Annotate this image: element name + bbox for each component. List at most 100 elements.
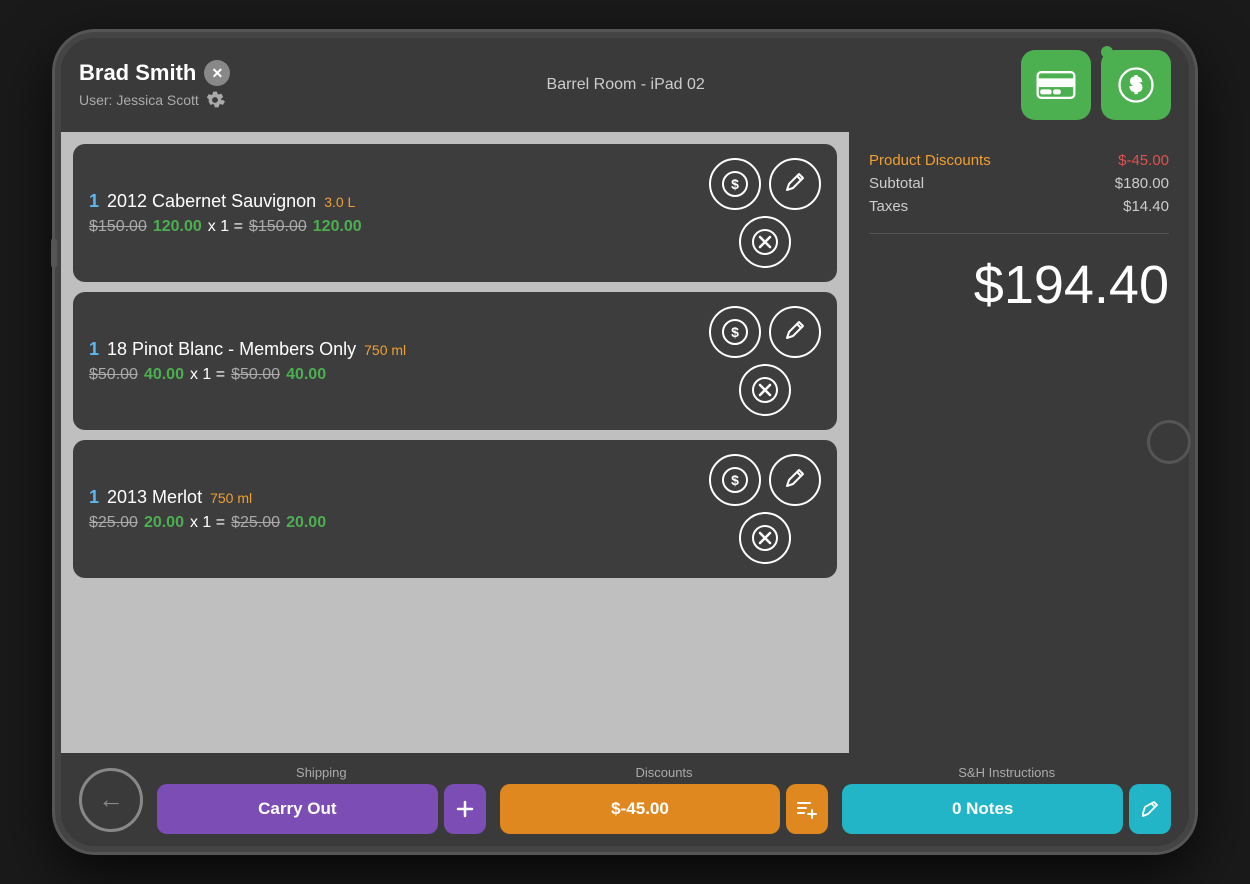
item-2-line-orig: $50.00 bbox=[231, 366, 280, 384]
item-3-top-actions: $ bbox=[709, 454, 821, 506]
item-2-delete-button[interactable] bbox=[739, 364, 791, 416]
side-button bbox=[51, 238, 57, 268]
item-3-line-orig: $25.00 bbox=[231, 514, 280, 532]
item-2-title-row: 1 18 Pinot Blanc - Members Only 750 ml bbox=[89, 339, 709, 360]
item-1-title-row: 1 2012 Cabernet Sauvignon 3.0 L bbox=[89, 191, 709, 212]
order-item-2: 1 18 Pinot Blanc - Members Only 750 ml $… bbox=[73, 292, 837, 430]
edit-icon bbox=[781, 170, 809, 198]
shipping-btn-row: Carry Out bbox=[157, 784, 486, 834]
item-1-discount-button[interactable]: $ bbox=[709, 158, 761, 210]
close-customer-button[interactable]: ✕ bbox=[204, 60, 230, 86]
taxes-label: Taxes bbox=[869, 198, 908, 215]
summary-rows: Product Discounts $-45.00 Subtotal $180.… bbox=[869, 152, 1169, 234]
status-dot bbox=[1101, 46, 1113, 58]
shipping-section: Shipping Carry Out bbox=[157, 765, 486, 834]
gear-icon[interactable] bbox=[205, 90, 225, 110]
item-2-top-actions: $ bbox=[709, 306, 821, 358]
item-1-size: 3.0 L bbox=[324, 194, 355, 210]
subtotal-value: $180.00 bbox=[1115, 175, 1169, 192]
product-discounts-label: Product Discounts bbox=[869, 152, 991, 169]
item-2-sale-price: 40.00 bbox=[144, 366, 184, 384]
discounts-button[interactable]: $-45.00 bbox=[500, 784, 781, 834]
item-3-multiplier: x 1 = bbox=[190, 514, 225, 532]
item-2-actions: $ bbox=[709, 306, 821, 416]
sh-btn-row: 0 Notes bbox=[842, 784, 1171, 834]
dollar-circle-icon: $ bbox=[1114, 63, 1158, 107]
edit-icon bbox=[781, 466, 809, 494]
item-3-line-sale: 20.00 bbox=[286, 514, 326, 532]
main-content: 1 2012 Cabernet Sauvignon 3.0 L $150.00 … bbox=[61, 132, 1189, 753]
close-circle-icon bbox=[751, 228, 779, 256]
footer-sections: Shipping Carry Out Discounts $-45.00 bbox=[157, 765, 1171, 834]
item-3-edit-button[interactable] bbox=[769, 454, 821, 506]
item-3-name: 2013 Merlot bbox=[107, 487, 202, 508]
header-left: Brad Smith ✕ User: Jessica Scott bbox=[79, 60, 230, 110]
user-label: User: Jessica Scott bbox=[79, 92, 199, 108]
discounts-section: Discounts $-45.00 bbox=[500, 765, 829, 834]
taxes-value: $14.40 bbox=[1123, 198, 1169, 215]
order-item-3: 1 2013 Merlot 750 ml $25.00 20.00 x 1 = … bbox=[73, 440, 837, 578]
edit-icon bbox=[781, 318, 809, 346]
sh-edit-button[interactable] bbox=[1129, 784, 1171, 834]
back-button[interactable]: ← bbox=[79, 768, 143, 832]
shipping-add-button[interactable] bbox=[444, 784, 486, 834]
item-2-name: 18 Pinot Blanc - Members Only bbox=[107, 339, 356, 360]
dollar-icon: $ bbox=[721, 318, 749, 346]
item-3-discount-button[interactable]: $ bbox=[709, 454, 761, 506]
discounts-add-button[interactable] bbox=[786, 784, 828, 834]
dollar-icon: $ bbox=[721, 170, 749, 198]
svg-text:$: $ bbox=[1130, 74, 1141, 96]
item-1-edit-button[interactable] bbox=[769, 158, 821, 210]
cart-area: 1 2012 Cabernet Sauvignon 3.0 L $150.00 … bbox=[61, 132, 849, 753]
plus-icon bbox=[455, 799, 475, 819]
item-1-actions: $ bbox=[709, 158, 821, 268]
sh-label: S&H Instructions bbox=[842, 765, 1171, 780]
ipad-frame: Brad Smith ✕ User: Jessica Scott Barrel … bbox=[55, 32, 1195, 852]
subtotal-row: Subtotal $180.00 bbox=[869, 175, 1169, 192]
card-reader-button[interactable] bbox=[1021, 50, 1091, 120]
sh-button[interactable]: 0 Notes bbox=[842, 784, 1123, 834]
item-2-edit-button[interactable] bbox=[769, 306, 821, 358]
item-2-multiplier: x 1 = bbox=[190, 366, 225, 384]
summary-panel: Product Discounts $-45.00 Subtotal $180.… bbox=[849, 132, 1189, 753]
close-circle-icon bbox=[751, 376, 779, 404]
order-item-1: 1 2012 Cabernet Sauvignon 3.0 L $150.00 … bbox=[73, 144, 837, 282]
shipping-button[interactable]: Carry Out bbox=[157, 784, 438, 834]
item-3-pricing: $25.00 20.00 x 1 = $25.00 20.00 bbox=[89, 514, 709, 532]
item-1-orig-price: $150.00 bbox=[89, 218, 147, 236]
item-1-top-actions: $ bbox=[709, 158, 821, 210]
close-circle-icon bbox=[751, 524, 779, 552]
item-3-size: 750 ml bbox=[210, 490, 252, 506]
item-1-delete-button[interactable] bbox=[739, 216, 791, 268]
pencil-icon bbox=[1140, 799, 1160, 819]
footer: ← Shipping Carry Out Discounts bbox=[61, 753, 1189, 846]
svg-text:$: $ bbox=[731, 472, 739, 488]
payment-button[interactable]: $ bbox=[1101, 50, 1171, 120]
header-actions: $ bbox=[1021, 50, 1171, 120]
item-3-details: 1 2013 Merlot 750 ml $25.00 20.00 x 1 = … bbox=[89, 487, 709, 532]
item-1-multiplier: x 1 = bbox=[208, 218, 243, 236]
card-reader-icon bbox=[1034, 63, 1078, 107]
item-1-pricing: $150.00 120.00 x 1 = $150.00 120.00 bbox=[89, 218, 709, 236]
svg-text:$: $ bbox=[731, 176, 739, 192]
product-discounts-value: $-45.00 bbox=[1118, 152, 1169, 169]
list-add-icon bbox=[796, 798, 818, 820]
device-label: Barrel Room - iPad 02 bbox=[547, 76, 705, 94]
shipping-label: Shipping bbox=[157, 765, 486, 780]
item-2-qty: 1 bbox=[89, 339, 99, 360]
home-button[interactable] bbox=[1147, 420, 1191, 464]
svg-text:$: $ bbox=[731, 324, 739, 340]
item-3-title-row: 1 2013 Merlot 750 ml bbox=[89, 487, 709, 508]
user-info: User: Jessica Scott bbox=[79, 90, 230, 110]
item-1-sale-price: 120.00 bbox=[153, 218, 202, 236]
item-2-details: 1 18 Pinot Blanc - Members Only 750 ml $… bbox=[89, 339, 709, 384]
item-3-delete-button[interactable] bbox=[739, 512, 791, 564]
customer-name: Brad Smith bbox=[79, 60, 196, 86]
item-1-line-sale: 120.00 bbox=[313, 218, 362, 236]
total-amount: $194.40 bbox=[869, 254, 1169, 316]
item-1-qty: 1 bbox=[89, 191, 99, 212]
item-1-name: 2012 Cabernet Sauvignon bbox=[107, 191, 316, 212]
item-3-qty: 1 bbox=[89, 487, 99, 508]
subtotal-label: Subtotal bbox=[869, 175, 924, 192]
item-2-discount-button[interactable]: $ bbox=[709, 306, 761, 358]
